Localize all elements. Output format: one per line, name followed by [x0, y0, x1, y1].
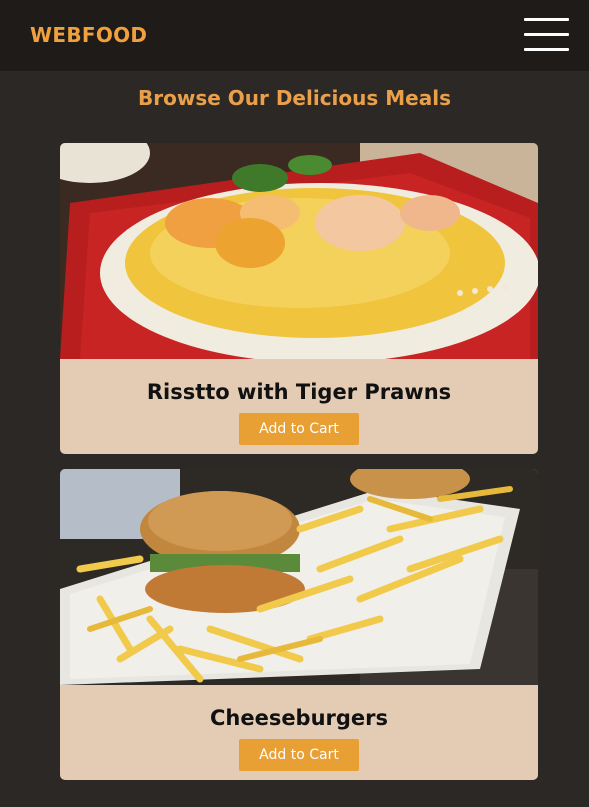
meal-card: Risstto with Tiger Prawns Add to Cart [60, 143, 538, 454]
meal-title: Cheeseburgers [209, 706, 389, 730]
menu-bar [524, 33, 569, 36]
menu-bar [524, 18, 569, 21]
meal-title: Risstto with Tiger Prawns [146, 380, 452, 404]
add-to-cart-button[interactable]: Add to Cart [239, 739, 359, 771]
meal-card-body: Cheeseburgers Add to Cart [60, 685, 538, 780]
menu-bar [524, 48, 569, 51]
meal-card: Cheeseburgers Add to Cart [60, 469, 538, 780]
meal-photo-cheeseburgers [60, 469, 538, 685]
meal-card-body: Risstto with Tiger Prawns Add to Cart [60, 359, 538, 454]
add-to-cart-button[interactable]: Add to Cart [239, 413, 359, 445]
hamburger-menu-icon[interactable] [524, 18, 569, 52]
meal-photo-risotto [60, 143, 538, 359]
page-title: Browse Our Delicious Meals [138, 86, 451, 110]
top-navbar: WEBFOOD [0, 0, 589, 71]
brand-logo[interactable]: WEBFOOD [30, 23, 147, 47]
